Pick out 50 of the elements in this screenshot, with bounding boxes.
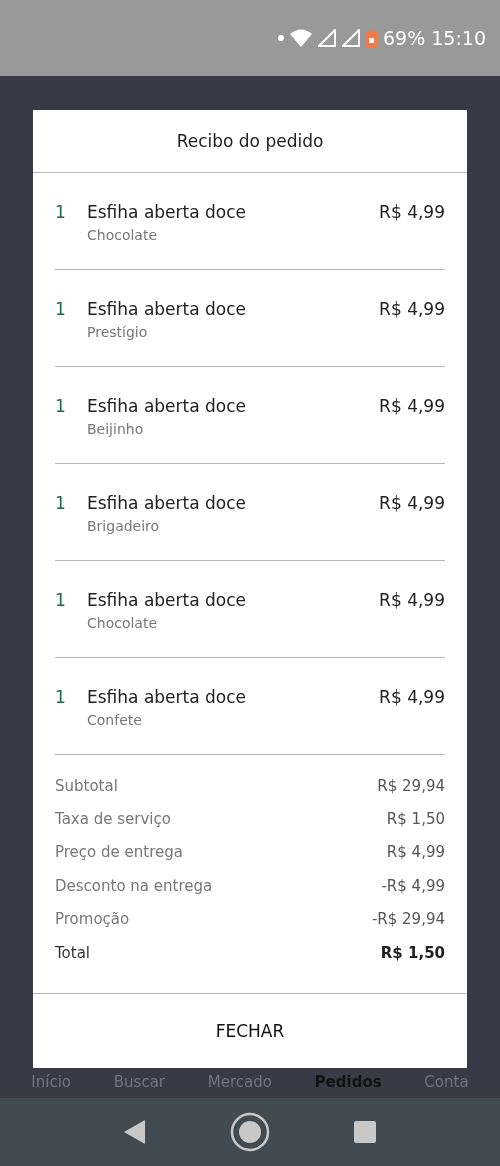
item-name: Esfiha aberta doce [87,686,248,709]
summary-label: Desconto na entrega [55,876,213,895]
summary-label: Subtotal [55,776,118,795]
summary-label: Taxa de serviço [55,810,171,829]
item-name: Esfiha aberta doce [87,395,248,418]
item-quantity: 1 [55,589,67,612]
nav-tab[interactable]: Buscar [113,1073,165,1091]
item-option: Brigadeiro [87,515,380,537]
item-quantity: 1 [55,395,67,418]
item-price: R$ 4,99 [379,686,445,709]
dialog-title: Recibo do pedido [33,110,467,173]
item-quantity: 1 [55,686,67,709]
item-name: Esfiha aberta doce [87,298,248,321]
item-price: R$ 4,99 [379,298,445,321]
battery-percentage: 69% [383,27,426,49]
item-quantity: 1 [55,298,67,321]
summary-label: Promoção [55,910,130,929]
item-option: Chocolate [87,224,380,246]
summary-label: Total [55,943,91,962]
nav-tab[interactable]: Início [31,1073,72,1091]
item-option: Chocolate [87,612,380,634]
home-icon[interactable] [230,1112,270,1152]
item-option: Prestígio [87,321,380,343]
summary-value: R$ 1,50 [380,943,445,962]
nav-tab[interactable]: Conta [424,1073,469,1091]
notification-dot-icon [278,35,284,41]
summary-value: R$ 1,50 [386,810,445,829]
item-quantity: 1 [55,201,67,224]
wifi-icon [290,29,312,47]
summary-value: R$ 29,94 [377,776,445,795]
summary-value: -R$ 4,99 [381,876,445,895]
signal-icon [342,29,360,47]
item-price: R$ 4,99 [379,395,445,418]
clock-time: 15:10 [431,27,486,49]
item-name: Esfiha aberta doce [87,492,248,515]
item-price: R$ 4,99 [379,492,445,515]
nav-tab[interactable]: Mercado [207,1073,272,1091]
item-quantity: 1 [55,492,67,515]
signal-icon [318,29,336,47]
item-price: R$ 4,99 [379,201,445,224]
item-name: Esfiha aberta doce [87,589,248,612]
item-price: R$ 4,99 [379,589,445,612]
item-option: Confete [87,709,380,731]
summary-label: Preço de entrega [55,843,183,862]
item-name: Esfiha aberta doce [87,201,248,224]
back-icon[interactable] [124,1120,146,1144]
summary-value: -R$ 29,94 [371,910,445,929]
battery-icon [366,28,377,48]
summary-value: R$ 4,99 [386,843,445,862]
item-option: Beijinho [87,418,380,440]
